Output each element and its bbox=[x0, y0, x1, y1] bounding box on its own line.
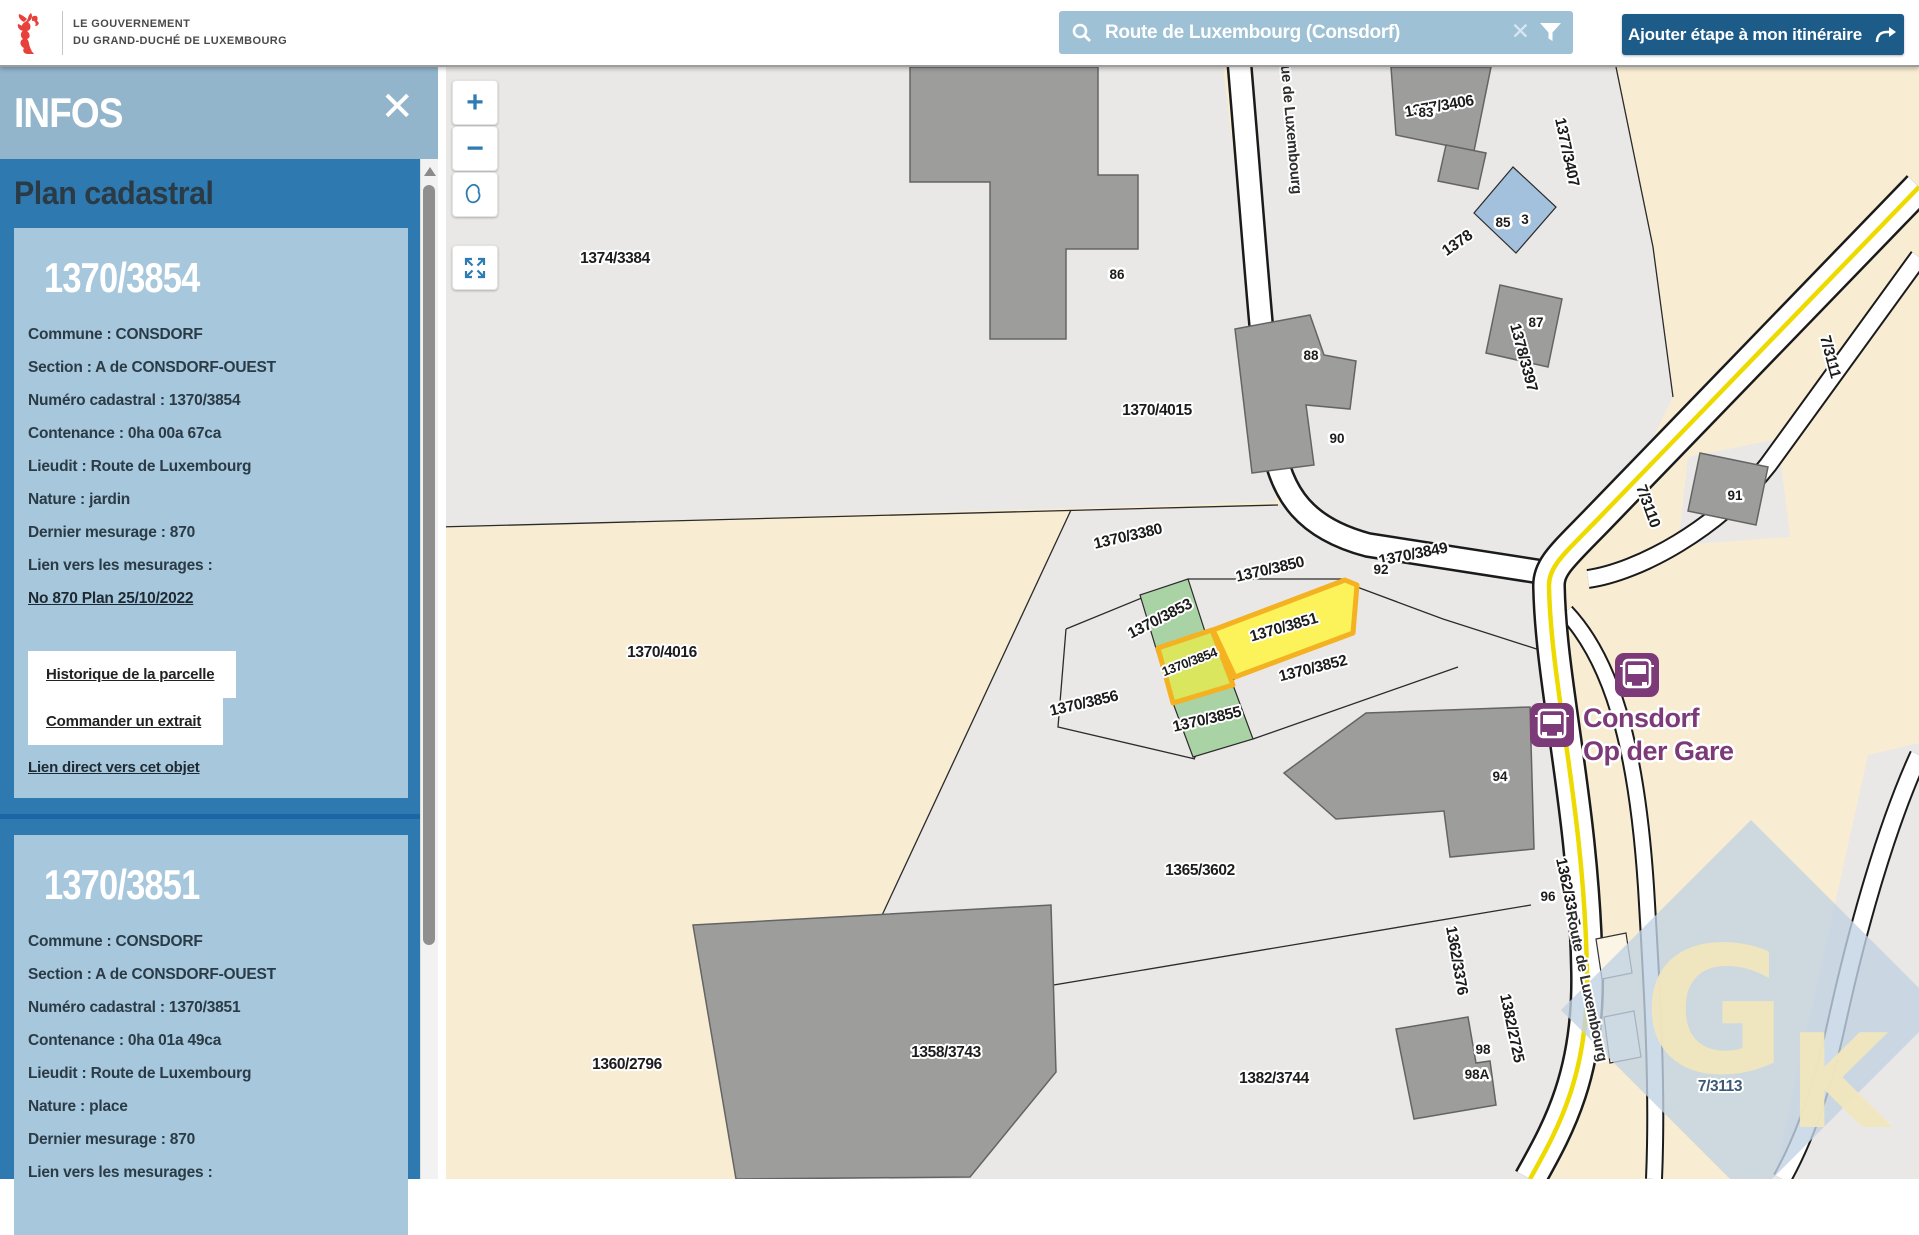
government-logo: LE GOUVERNEMENT DU GRAND-DUCHÉ DE LUXEMB… bbox=[10, 9, 287, 57]
order-extract-button[interactable]: Commander un extrait bbox=[28, 698, 223, 745]
parcel-field: Lien vers les mesurages : bbox=[28, 549, 392, 582]
house-number-label: 3 bbox=[1521, 212, 1529, 227]
search-bar: ✕ bbox=[1059, 11, 1573, 54]
scroll-up-arrow-icon[interactable] bbox=[424, 167, 436, 176]
card-divider bbox=[0, 814, 438, 819]
add-route-step-button[interactable]: Ajouter étape à mon itinéraire bbox=[1622, 14, 1904, 55]
expand-arrows-icon bbox=[463, 256, 487, 280]
fullscreen-button[interactable] bbox=[452, 245, 498, 290]
parcel-field: Commune : CONSDORF bbox=[28, 318, 392, 351]
add-route-step-label: Ajouter étape à mon itinéraire bbox=[1628, 25, 1862, 45]
close-icon[interactable]: ✕ bbox=[380, 87, 414, 127]
parcel-label: 1358/3743 bbox=[911, 1044, 981, 1061]
parcel-field: Lien vers les mesurages : bbox=[28, 1156, 392, 1189]
house-number-label: 83 bbox=[1418, 105, 1434, 120]
watermark-letter-k: K bbox=[1788, 1006, 1893, 1158]
parcel-label: 7/3113 bbox=[1698, 1078, 1743, 1095]
gov-text-line1: LE GOUVERNEMENT bbox=[73, 16, 287, 33]
parcel-field: Lieudit : Route de Luxembourg bbox=[28, 450, 392, 483]
parcel-field: Numéro cadastral : 1370/3851 bbox=[28, 991, 392, 1024]
search-input[interactable] bbox=[1103, 21, 1511, 45]
bus-stop-name-line2: Op der Gare bbox=[1583, 736, 1734, 766]
direct-object-link[interactable]: Lien direct vers cet objet bbox=[28, 759, 392, 776]
map-controls: + − bbox=[452, 80, 498, 291]
infos-header: INFOS ✕ bbox=[0, 67, 438, 159]
house-number-label: 96 bbox=[1540, 889, 1556, 904]
route-arrow-icon bbox=[1874, 27, 1898, 43]
bus-stop-icon[interactable] bbox=[1615, 653, 1659, 697]
luxembourg-outline-icon bbox=[463, 183, 487, 207]
house-number-label: 92 bbox=[1373, 562, 1388, 577]
parcel-card: 1370/3851 Commune : CONSDORFSection : A … bbox=[14, 835, 408, 1235]
zoom-out-button[interactable]: − bbox=[452, 126, 498, 171]
parcel-card-title: 1370/3854 bbox=[44, 254, 329, 302]
house-number-label: 98A bbox=[1465, 1067, 1490, 1082]
red-lion-icon bbox=[10, 9, 50, 57]
parcel-field: Dernier mesurage : 870 bbox=[28, 1123, 392, 1156]
gov-text-line2: DU GRAND-DUCHÉ DE LUXEMBOURG bbox=[73, 33, 287, 50]
infos-panel: INFOS ✕ Plan cadastral 1370/3854 Commune… bbox=[0, 67, 438, 1179]
parcel-field: Nature : place bbox=[28, 1090, 392, 1123]
parcel-label: 1382/3744 bbox=[1239, 1070, 1309, 1087]
parcel-card-title: 1370/3851 bbox=[44, 861, 329, 909]
house-number-label: 98 bbox=[1475, 1042, 1491, 1057]
panel-map-gap bbox=[438, 67, 446, 1179]
bus-stop-name-line1: Consdorf bbox=[1583, 703, 1700, 733]
parcel-field: Contenance : 0ha 00a 67ca bbox=[28, 417, 392, 450]
parcel-field: Dernier mesurage : 870 bbox=[28, 516, 392, 549]
parcel-field: Nature : jardin bbox=[28, 483, 392, 516]
parcel-fields: Commune : CONSDORFSection : A de CONSDOR… bbox=[28, 925, 392, 1189]
parcel-label: 1370/4015 bbox=[1122, 402, 1192, 419]
parcel-label: 1374/3384 bbox=[580, 250, 650, 267]
sidebar-scrollbar[interactable] bbox=[420, 159, 438, 1179]
parcel-field: Section : A de CONSDORF-OUEST bbox=[28, 958, 392, 991]
parcel-card: 1370/3854 Commune : CONSDORFSection : A … bbox=[14, 228, 408, 798]
house-number-label: 85 bbox=[1495, 215, 1511, 230]
parcel-field: Contenance : 0ha 01a 49ca bbox=[28, 1024, 392, 1057]
house-number-label: 86 bbox=[1109, 267, 1125, 282]
house-number-label: 94 bbox=[1492, 769, 1508, 784]
map-area[interactable]: G K Consdorf Op der Gare 1374/33841370/4… bbox=[438, 67, 1919, 1179]
parcel-label: 1370/4016 bbox=[627, 644, 697, 661]
country-overview-button[interactable] bbox=[452, 172, 498, 217]
house-number-label: 90 bbox=[1329, 431, 1344, 446]
parcel-label: 1365/3602 bbox=[1165, 862, 1235, 879]
plan-cadastral-title: Plan cadastral bbox=[14, 175, 417, 212]
parcel-history-button[interactable]: Historique de la parcelle bbox=[28, 651, 236, 698]
house-number-label: 87 bbox=[1528, 315, 1543, 330]
infos-title: INFOS bbox=[14, 89, 123, 137]
cadastral-map[interactable]: G K Consdorf Op der Gare 1374/33841370/4… bbox=[438, 67, 1919, 1179]
parcel-fields: Commune : CONSDORFSection : A de CONSDOR… bbox=[28, 318, 392, 582]
parcel-field: Section : A de CONSDORF-OUEST bbox=[28, 351, 392, 384]
bus-stop-icon[interactable] bbox=[1530, 703, 1574, 747]
clear-search-icon[interactable]: ✕ bbox=[1511, 18, 1530, 45]
house-number-label: 88 bbox=[1303, 348, 1319, 363]
top-header: LE GOUVERNEMENT DU GRAND-DUCHÉ DE LUXEMB… bbox=[0, 0, 1919, 67]
parcel-field: Lieudit : Route de Luxembourg bbox=[28, 1057, 392, 1090]
parcel-field: Commune : CONSDORF bbox=[28, 925, 392, 958]
parcel-field: Numéro cadastral : 1370/3854 bbox=[28, 384, 392, 417]
parcel-label: 1360/2796 bbox=[592, 1056, 662, 1073]
zoom-in-button[interactable]: + bbox=[452, 80, 498, 125]
house-number-label: 91 bbox=[1727, 488, 1743, 503]
logo-divider bbox=[62, 11, 63, 55]
scrollbar-thumb[interactable] bbox=[423, 185, 435, 945]
search-icon bbox=[1071, 22, 1093, 44]
filter-funnel-icon[interactable] bbox=[1540, 23, 1561, 42]
measurement-plan-link[interactable]: No 870 Plan 25/10/2022 bbox=[28, 582, 392, 615]
